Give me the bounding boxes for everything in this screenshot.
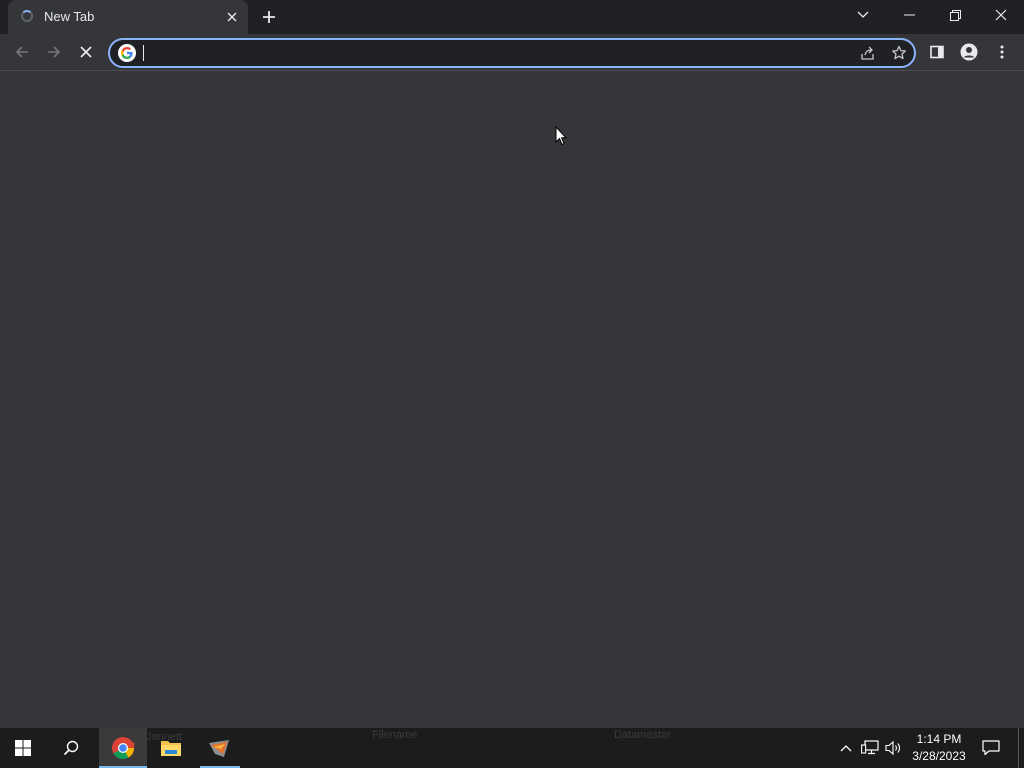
close-icon (227, 12, 237, 22)
file-explorer-icon (161, 741, 181, 756)
chevron-down-icon (857, 11, 869, 18)
menu-button[interactable] (988, 38, 1016, 66)
search-button[interactable] (48, 728, 94, 768)
arrow-left-icon (15, 46, 28, 58)
google-icon (118, 44, 136, 62)
mouse-cursor-icon (555, 126, 567, 146)
close-icon (80, 46, 92, 58)
more-vert-icon (1000, 45, 1004, 59)
stop-loading-button[interactable] (72, 38, 100, 66)
arrow-right-icon (48, 46, 61, 58)
minimize-button[interactable] (886, 0, 932, 30)
bookmark-star-button[interactable] (889, 43, 909, 63)
side-panel-button[interactable] (923, 38, 951, 66)
tab-new-tab[interactable]: New Tab (8, 0, 248, 34)
ghost-label: Datamaster (614, 729, 671, 741)
profile-button[interactable] (955, 38, 983, 66)
loading-spinner-icon (21, 10, 33, 22)
forward-button[interactable] (40, 38, 68, 66)
close-window-button[interactable] (978, 0, 1024, 30)
search-icon (63, 740, 79, 756)
taskbar-file-explorer[interactable] (147, 728, 195, 768)
clock-time: 1:14 PM (916, 732, 962, 746)
person-icon (960, 43, 978, 61)
chrome-icon (112, 737, 135, 759)
chevron-up-icon (840, 745, 852, 752)
start-button[interactable] (0, 728, 46, 768)
back-button[interactable] (8, 38, 36, 66)
star-icon (892, 45, 906, 60)
page-content (0, 71, 1024, 728)
taskbar-app[interactable] (196, 728, 244, 768)
close-icon (995, 9, 1007, 21)
tab-search-button[interactable] (840, 0, 886, 30)
show-desktop-button[interactable] (1018, 728, 1019, 768)
text-caret (143, 45, 144, 61)
speaker-icon (885, 740, 900, 756)
side-panel-icon (930, 45, 944, 59)
share-icon (861, 46, 874, 60)
app-icon (209, 740, 229, 757)
network-button[interactable] (860, 738, 880, 758)
minimize-icon (903, 14, 915, 16)
network-icon (861, 740, 879, 755)
new-tab-button[interactable] (257, 5, 281, 29)
address-bar[interactable] (108, 38, 916, 68)
plus-icon (263, 11, 275, 23)
browser-toolbar (0, 34, 1024, 71)
volume-button[interactable] (884, 738, 904, 758)
restore-button[interactable] (932, 0, 978, 30)
tab-close-button[interactable] (222, 7, 242, 27)
windows-logo-icon (15, 740, 31, 756)
clock-date: 3/28/2023 (912, 749, 966, 763)
taskbar-clock[interactable]: 1:14 PM 3/28/2023 (906, 731, 972, 765)
share-button[interactable] (858, 43, 878, 63)
address-input[interactable] (142, 43, 842, 63)
notification-icon (982, 740, 1000, 756)
show-hidden-icons-button[interactable] (836, 738, 856, 758)
taskbar-chrome[interactable] (99, 728, 147, 768)
tab-strip: New Tab (0, 0, 1024, 34)
ghost-label: Filename (372, 729, 418, 741)
restore-icon (949, 9, 961, 21)
windows-taskbar: Jannett Filename Datamaster 1:14 PM 3/28… (0, 728, 1024, 768)
tab-title: New Tab (44, 9, 95, 24)
notifications-button[interactable] (981, 738, 1001, 758)
